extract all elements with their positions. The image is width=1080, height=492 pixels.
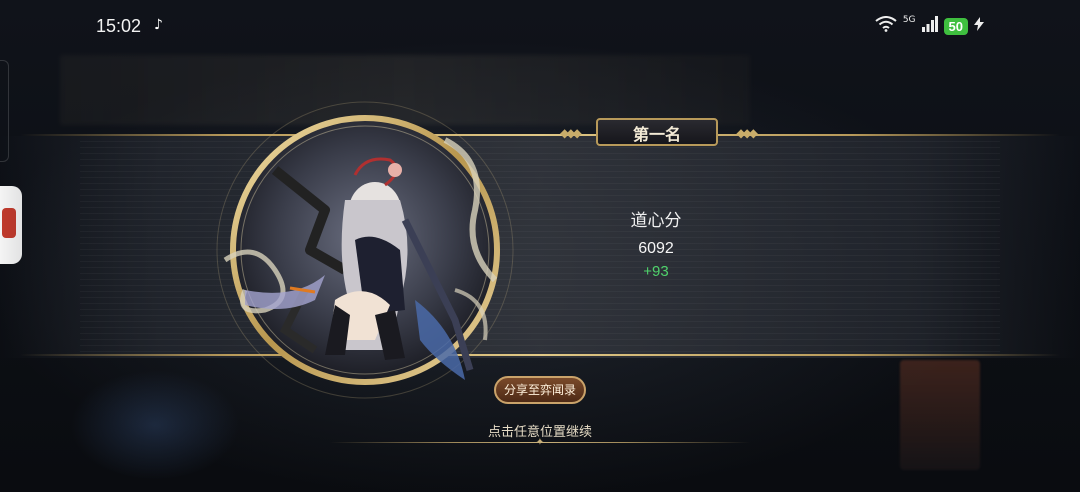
rank-wing-right-icon: ◆◆◆ <box>736 126 758 140</box>
band-bottom-border <box>20 354 1060 356</box>
status-bar: 15:02 ♪ 5G 50 <box>0 0 1080 55</box>
score-delta: +93 <box>643 263 669 280</box>
character-portrait <box>215 100 515 400</box>
rank-title: 第一名 <box>632 125 681 144</box>
status-indicators: 5G 50 <box>875 15 984 36</box>
background-card-right <box>900 360 980 470</box>
network-label: 5G <box>902 15 916 25</box>
signal-icon <box>921 16 938 36</box>
tiktok-icon: ♪ <box>154 17 163 33</box>
charging-icon <box>974 17 984 35</box>
hint-ornament-icon: ✦ <box>535 437 545 448</box>
status-time: 15:02 <box>96 16 142 36</box>
share-button[interactable]: 分享至弈闻录 <box>494 376 586 404</box>
band-top-border <box>20 134 1060 136</box>
rank-title-frame: ◆◆◆ 第一名 ◆◆◆ <box>560 118 758 148</box>
score-value: 6092 <box>638 240 674 257</box>
rank-wing-left-icon: ◆◆◆ <box>560 126 582 140</box>
score-label: 道心分 <box>630 211 682 231</box>
wifi-icon <box>875 16 897 36</box>
battery-indicator: 50 <box>943 17 968 35</box>
